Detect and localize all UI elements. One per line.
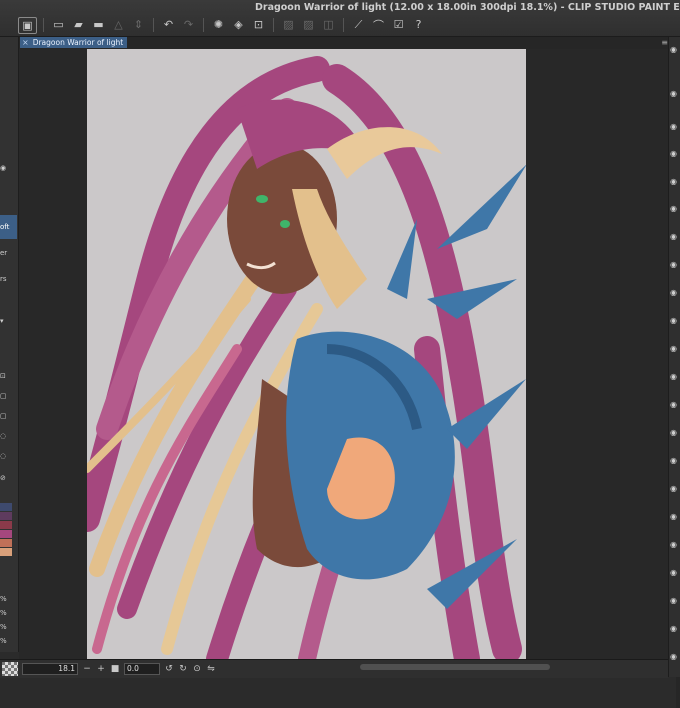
eye-icon[interactable]: ◉ xyxy=(670,316,677,325)
new-file-icon[interactable]: ▭ xyxy=(50,17,67,32)
transparency-checker-icon xyxy=(2,662,18,676)
artwork-canvas[interactable] xyxy=(87,49,526,659)
question-icon[interactable]: ? xyxy=(410,17,427,32)
toolbar-separator xyxy=(203,18,204,32)
redo-icon[interactable]: ↷ xyxy=(180,17,197,32)
eye-icon[interactable]: ◉ xyxy=(670,372,677,381)
property-icon[interactable]: ▢ xyxy=(0,392,17,400)
property-icon[interactable]: ⊘ xyxy=(0,474,17,482)
transform-icon[interactable]: ⊡ xyxy=(250,17,267,32)
eye-icon[interactable]: ◉ xyxy=(670,484,677,493)
eye-icon[interactable]: ◉ xyxy=(670,204,677,213)
sub-tool-item[interactable]: rs xyxy=(0,275,17,283)
brush-icon[interactable]: ⌒ xyxy=(370,17,387,32)
property-icon[interactable]: ◌ xyxy=(0,452,17,460)
eye-icon[interactable]: ◉ xyxy=(670,624,677,633)
document-tab-strip: × Dragoon Warrior of light ≡ xyxy=(18,37,668,49)
color-swatch[interactable] xyxy=(0,548,12,556)
toolbar-separator xyxy=(43,18,44,32)
percent-label: % xyxy=(0,637,7,645)
eye-icon[interactable]: ◉ xyxy=(670,288,677,297)
eye-icon[interactable]: ◉ xyxy=(670,344,677,353)
deselect-icon[interactable]: ▨ xyxy=(280,17,297,32)
window-title: Dragoon Warrior of light (12.00 x 18.00i… xyxy=(255,2,680,13)
tablet-mode-icon[interactable]: ▣ xyxy=(18,17,37,34)
tabs-menu-icon[interactable]: ≡ xyxy=(661,37,668,48)
status-bar: 18.1 − + ■ 0.0 ↺ ↻ ⊙ ⇋ xyxy=(0,659,668,678)
rotate-right-icon[interactable]: ↻ xyxy=(178,664,188,674)
invert-selection-icon[interactable]: ▨ xyxy=(300,17,317,32)
color-swatch[interactable] xyxy=(0,503,12,511)
color-swatch[interactable] xyxy=(0,539,12,547)
eye-icon[interactable]: ◉ xyxy=(670,122,677,131)
eye-icon[interactable]: ◉ xyxy=(670,596,677,605)
open-folder-icon[interactable]: ▰ xyxy=(70,17,87,32)
document-tab[interactable]: × Dragoon Warrior of light xyxy=(20,37,128,48)
eye-icon[interactable]: ◉ xyxy=(670,89,677,98)
eye-icon[interactable]: ◉ xyxy=(670,177,677,186)
eye-icon[interactable]: ◉ xyxy=(670,149,677,158)
eye-icon[interactable]: ◉ xyxy=(670,400,677,409)
panel-button-icon[interactable]: ▾ xyxy=(0,317,17,325)
sub-tool-item[interactable]: er xyxy=(0,249,17,257)
color-swatch[interactable] xyxy=(0,521,12,529)
crop-icon[interactable]: ◫ xyxy=(320,17,337,32)
reset-rotation-icon[interactable]: ⊙ xyxy=(192,664,202,674)
stepper-icon[interactable]: ⇕ xyxy=(130,17,147,32)
rotate-left-icon[interactable]: ↺ xyxy=(164,664,174,674)
percent-label: % xyxy=(0,623,7,631)
zoom-level-field[interactable]: 18.1 xyxy=(22,663,78,675)
sub-tool-item[interactable]: oft xyxy=(0,215,17,239)
panel-scroll-icon[interactable]: ◉ xyxy=(0,164,17,172)
document-tab-label: Dragoon Warrior of light xyxy=(32,38,124,47)
rotation-field[interactable]: 0.0 xyxy=(124,663,160,675)
eye-icon[interactable]: ◉ xyxy=(670,512,677,521)
property-icon[interactable]: ▢ xyxy=(0,412,17,420)
undo-icon[interactable]: ↶ xyxy=(160,17,177,32)
flip-icon[interactable]: ⇋ xyxy=(206,664,216,674)
left-panel: ◉ oft er rs ▾ ⊡ ▢ ▢ ◌ ◌ ⊘ % % % % xyxy=(0,37,19,652)
toolbar-separator xyxy=(153,18,154,32)
toolbar-separator xyxy=(273,18,274,32)
horizontal-scrollbar[interactable] xyxy=(360,664,550,670)
loading-spinner-icon[interactable]: ✺ xyxy=(210,17,227,32)
color-swatch[interactable] xyxy=(0,512,12,520)
fit-view-button[interactable]: ■ xyxy=(110,664,120,674)
save-icon[interactable]: ▬ xyxy=(90,17,107,32)
eye-icon[interactable]: ◉ xyxy=(670,428,677,437)
layer-panel: ◉ ◉ ◉ ◉ ◉ ◉ ◉ ◉ ◉ ◉ ◉ ◉ ◉ ◉ ◉ ◉ ◉ ◉ ◉ ◉ … xyxy=(668,37,680,677)
eye-icon[interactable]: ◉ xyxy=(670,540,677,549)
percent-label: % xyxy=(0,609,7,617)
property-icon[interactable]: ◌ xyxy=(0,432,17,440)
check-icon[interactable]: ☑ xyxy=(390,17,407,32)
eye-icon[interactable]: ◉ xyxy=(670,568,677,577)
eye-icon[interactable]: ◉ xyxy=(670,652,677,661)
eye-icon[interactable]: ◉ xyxy=(670,45,677,54)
eye-icon[interactable]: ◉ xyxy=(670,456,677,465)
zoom-out-button[interactable]: − xyxy=(82,664,92,674)
color-swatch[interactable] xyxy=(0,530,12,538)
upload-icon[interactable]: △ xyxy=(110,17,127,32)
ruler-pen-icon[interactable]: ⟋ xyxy=(350,17,367,32)
title-bar: Dragoon Warrior of light (12.00 x 18.00i… xyxy=(0,0,680,37)
artwork-illustration xyxy=(87,56,526,659)
eye-icon[interactable]: ◉ xyxy=(670,260,677,269)
command-bar: ▣ ▭ ▰ ▬ △ ⇕ ↶ ↷ ✺ ◈ ⊡ ▨ ▨ ◫ ⟋ ⌒ ☑ ? xyxy=(18,17,427,34)
eye-icon[interactable]: ◉ xyxy=(670,232,677,241)
percent-label: % xyxy=(0,595,7,603)
toolbar-separator xyxy=(343,18,344,32)
fill-bucket-icon[interactable]: ◈ xyxy=(230,17,247,32)
zoom-in-button[interactable]: + xyxy=(96,664,106,674)
close-icon[interactable]: × xyxy=(22,37,29,48)
canvas-area[interactable] xyxy=(19,49,680,708)
lock-icon[interactable]: ⊡ xyxy=(0,372,17,380)
